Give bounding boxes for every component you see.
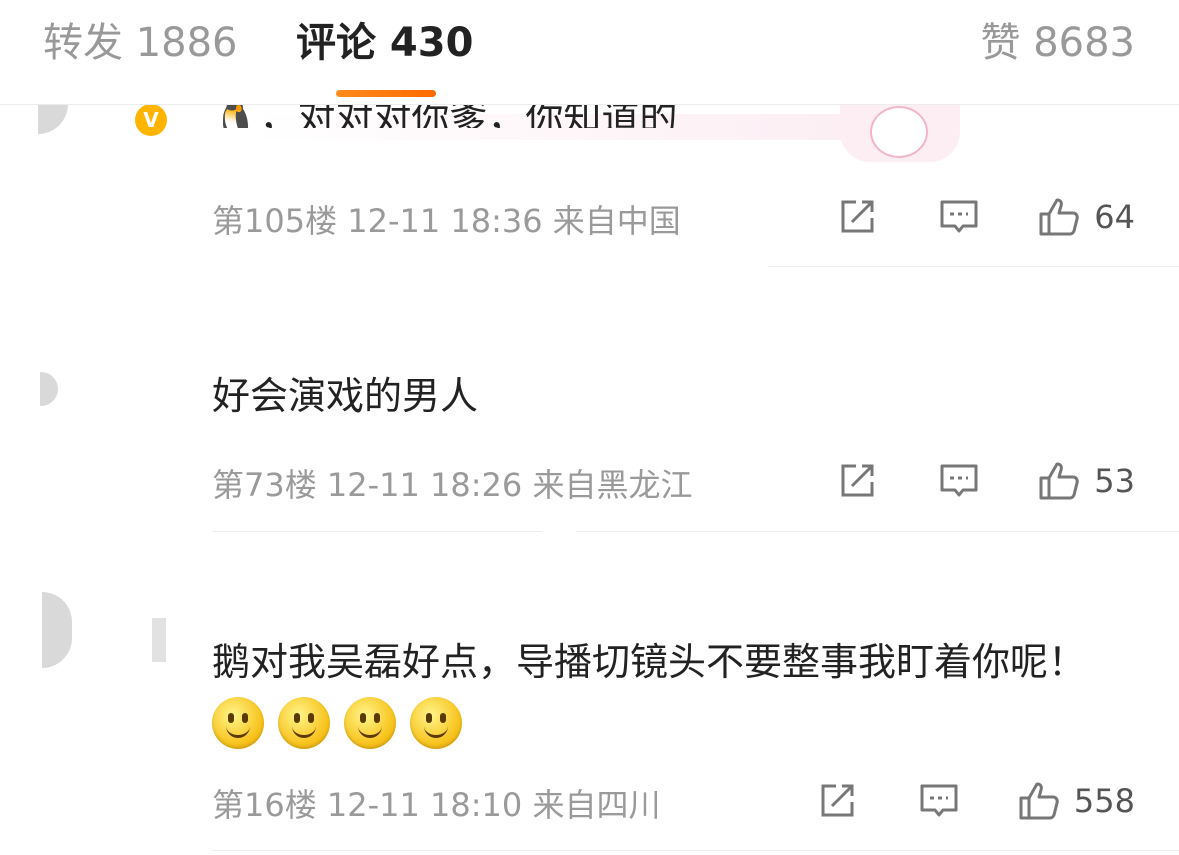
comment-icon[interactable] bbox=[938, 196, 980, 238]
thumbs-up-icon[interactable] bbox=[1038, 460, 1080, 502]
thumbs-up-icon[interactable] bbox=[1038, 196, 1080, 238]
comment-actions: 64 bbox=[836, 192, 1135, 242]
avatar[interactable] bbox=[40, 372, 58, 406]
like-count: 64 bbox=[1094, 198, 1135, 236]
smile-emoji-icon bbox=[344, 697, 396, 749]
share-icon[interactable] bbox=[836, 460, 878, 502]
comment-icon[interactable] bbox=[918, 780, 960, 822]
tab-comments[interactable]: 评论 430 bbox=[296, 18, 473, 68]
comment-meta: 第16楼 12-11 18:10 来自四川 bbox=[212, 786, 661, 824]
comment-icon[interactable] bbox=[938, 460, 980, 502]
comment-item: V 🐧，对对对你爹，你知道的 第105楼 12-11 18:36 来自中国 64 bbox=[0, 74, 1179, 268]
smile-emoji-icon bbox=[410, 697, 462, 749]
divider bbox=[768, 266, 1179, 267]
comment-text-body: 鹅对我吴磊好点，导播切镜头不要整事我盯着你呢！ bbox=[212, 640, 1087, 684]
tab-bar: 转发 1886 评论 430 赞 8683 bbox=[0, 0, 1179, 105]
avatar-decoration bbox=[152, 618, 166, 662]
comment-text: 鹅对我吴磊好点，导播切镜头不要整事我盯着你呢！ bbox=[212, 630, 1152, 758]
comment-actions: 558 bbox=[816, 776, 1135, 826]
comment-item: 好会演戏的男人 第73楼 12-11 18:26 来自黑龙江 53 bbox=[0, 268, 1179, 532]
comment-actions: 53 bbox=[836, 456, 1135, 506]
share-icon[interactable] bbox=[816, 780, 858, 822]
like-count: 53 bbox=[1094, 462, 1135, 500]
tab-forward[interactable]: 转发 1886 bbox=[43, 18, 238, 68]
avatar[interactable] bbox=[42, 592, 72, 668]
active-tab-indicator bbox=[336, 90, 436, 97]
tab-likes[interactable]: 赞 8683 bbox=[980, 18, 1135, 68]
divider bbox=[212, 850, 1179, 851]
comment-item: 鹅对我吴磊好点，导播切镜头不要整事我盯着你呢！ 第16楼 12-11 18:10… bbox=[0, 532, 1179, 855]
like-count: 558 bbox=[1073, 782, 1135, 820]
smile-emoji-icon bbox=[212, 697, 264, 749]
share-icon[interactable] bbox=[836, 196, 878, 238]
smile-emoji-icon bbox=[278, 697, 330, 749]
comment-meta: 第73楼 12-11 18:26 来自黑龙江 bbox=[212, 466, 693, 504]
thumbs-up-icon[interactable] bbox=[1018, 780, 1060, 822]
bunny-sticker-icon bbox=[840, 104, 960, 162]
comment-text: 好会演戏的男人 bbox=[212, 374, 479, 418]
verified-badge-icon: V bbox=[135, 104, 167, 136]
comment-meta: 第105楼 12-11 18:36 来自中国 bbox=[212, 202, 681, 240]
